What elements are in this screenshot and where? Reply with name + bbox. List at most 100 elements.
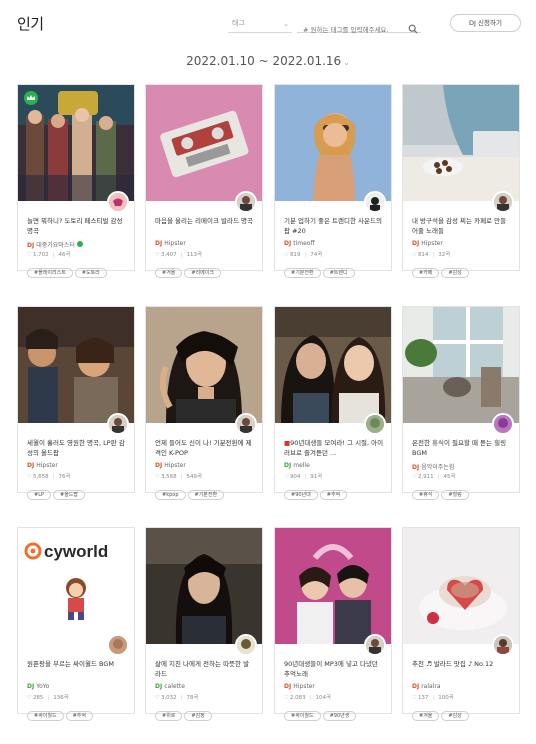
heart-icon[interactable]: ♡ [27,252,32,258]
tag-chip[interactable]: #카페 [412,268,440,278]
dj-avatar[interactable] [235,413,257,435]
heart-icon[interactable]: ♡ [155,474,160,480]
playlist-thumbnail[interactable] [403,307,519,423]
date-range-selector[interactable]: 2022.01.10 ~ 2022.01.16 ⌄ [0,54,536,68]
tag-chip[interactable]: #kpop [155,490,186,500]
dj-avatar[interactable] [492,191,514,213]
dj-avatar[interactable] [107,191,129,213]
dj-avatar[interactable] [364,191,386,213]
heart-icon[interactable]: ♡ [412,474,417,480]
playlist-card[interactable]: 언제 들어도 신이 나! 기분전환에 제격인 K-POP DJ Hipster ♡… [145,306,263,500]
playlist-thumbnail[interactable] [146,307,262,423]
playlist-card[interactable]: 기분 업하기 좋은 트렌디한 사운드의 팝 #20 DJ timeoff ♡819… [274,84,392,278]
dj-avatar[interactable] [492,634,514,656]
heart-icon[interactable]: ♡ [412,695,417,701]
dj-avatar[interactable] [107,413,129,435]
playlist-thumbnail[interactable] [403,528,519,644]
playlist-title[interactable]: 추천 ♬ 발라드 맛집 ♪ No.12 [412,659,512,679]
dj-info[interactable]: DJ ralalra [412,683,441,690]
dj-info[interactable]: DJ YoYo [27,683,49,690]
playlist-thumbnail[interactable] [275,307,391,423]
playlist-card[interactable]: 90년대생들이 MP3에 넣고 다녔던 추억노래 DJ Hipster ♡2,08… [274,527,392,721]
dj-apply-button[interactable]: DJ 신청하기 [450,14,521,32]
dj-info[interactable]: DJ 대중가요마스터 [27,240,83,249]
tag-chip[interactable]: #겨울 [155,268,183,278]
playlist-card[interactable]: 추천 ♬ 발라드 맛집 ♪ No.12 DJ ralalra ♡137 | 100곡 … [402,527,520,721]
dj-avatar[interactable] [364,413,386,435]
dj-info[interactable]: DJ Hipster [155,462,186,469]
tag-chip[interactable]: #감성 [441,268,469,278]
heart-icon[interactable]: ♡ [27,695,32,701]
playlist-title[interactable]: 세월이 흘러도 영원한 명곡, LP판 감성의 올드팝 [27,438,127,458]
tag-chip[interactable]: #추억 [65,711,93,721]
playlist-card[interactable]: 온전한 휴식이 필요할 때 듣는 힐링 BGM DJ 음악이주는힘 ♡2,911 |… [402,306,520,500]
dj-avatar[interactable] [235,634,257,656]
tag-chip[interactable]: #LP [27,490,51,500]
heart-icon[interactable]: ♡ [27,474,32,480]
tag-chip[interactable]: #플레이리스트 [27,268,73,278]
tag-chip[interactable]: #힐링 [441,490,469,500]
heart-icon[interactable]: ♡ [155,252,160,258]
tag-chip[interactable]: #90년대 [284,490,318,500]
dj-info[interactable]: DJ Hipster [284,683,315,690]
playlist-thumbnail[interactable] [146,528,262,644]
playlist-card[interactable]: 마음을 울리는 리메이크 발라드 명곡 DJ Hipster ♡3,407 | 113… [145,84,263,278]
playlist-thumbnail[interactable] [146,85,262,201]
playlist-thumbnail[interactable] [275,528,391,644]
tag-chip[interactable]: #싸이월드 [284,711,321,721]
playlist-card[interactable]: ■90년대생들 모여라! 그 시절, 아이러브로 즐겨듣던 ... DJ mell… [274,306,392,500]
playlist-card[interactable]: 삶에 지친 나에게 전하는 따뜻한 발라드 DJ calette ♡3,032 | 7… [145,527,263,721]
playlist-title[interactable]: 90년대생들이 MP3에 넣고 다녔던 추억노래 [284,659,384,679]
tag-chip[interactable]: #휴식 [412,490,440,500]
tag-chip[interactable]: #리메이크 [184,268,221,278]
heart-icon[interactable]: ♡ [284,252,289,258]
dj-info[interactable]: DJ 음악이주는힘 [412,462,454,471]
tag-chip[interactable]: #위로 [155,711,183,721]
tag-chip[interactable]: #감정 [184,711,212,721]
tag-chip[interactable]: #기분전환 [284,268,321,278]
tag-chip[interactable]: #기분전환 [187,490,225,500]
dj-info[interactable]: DJ calette [155,683,185,690]
playlist-card[interactable]: 내 방구석을 감성 찌는 카페로 만들어줄 노래들 DJ Hipster ♡814… [402,84,520,278]
dj-avatar[interactable] [364,634,386,656]
heart-icon[interactable]: ♡ [284,695,289,701]
playlist-title[interactable]: 언제 들어도 신이 나! 기분전환에 제격인 K-POP [155,438,255,458]
tag-select[interactable]: 태그 ⌄ [228,17,292,33]
playlist-thumbnail[interactable] [18,307,134,423]
playlist-title[interactable]: 온전한 휴식이 필요할 때 듣는 힐링 BGM [412,438,512,458]
heart-icon[interactable]: ♡ [155,695,160,701]
playlist-card[interactable]: 세월이 흘러도 영원한 명곡, LP판 감성의 올드팝 DJ Hipster ♡5… [17,306,135,500]
playlist-title[interactable]: 원픈팡을 부르는 싸이월드 BGM [27,659,127,679]
heart-icon[interactable]: ♡ [412,252,417,258]
playlist-title[interactable]: 삶에 지친 나에게 전하는 따뜻한 발라드 [155,659,255,679]
playlist-card[interactable]: cyworld 원픈팡을 부르는 싸이월드 BGM DJ YoYo ♡285 | 13… [17,527,135,721]
tag-chip[interactable]: #올드팝 [53,490,85,500]
dj-info[interactable]: DJ melle [284,462,310,469]
dj-info[interactable]: DJ Hipster [412,240,443,247]
search-icon[interactable] [408,19,418,34]
playlist-card[interactable]: 놀면 뭐하니? 도토리 페스티벌 감성 명곡 DJ 대중가요마스터 ♡1,702 |… [17,84,135,278]
playlist-thumbnail[interactable] [275,85,391,201]
playlist-title[interactable]: 기분 업하기 좋은 트렌디한 사운드의 팝 #20 [284,216,384,236]
dj-avatar[interactable] [492,413,514,435]
search-input[interactable] [297,23,401,37]
tag-chip[interactable]: #추억 [319,490,348,500]
playlist-thumbnail[interactable] [403,85,519,201]
tag-chip[interactable]: #싸이월드 [27,711,64,721]
tag-chip[interactable]: #90년생 [322,711,357,721]
playlist-title[interactable]: 놀면 뭐하니? 도토리 페스티벌 감성 명곡 [27,216,127,236]
heart-icon[interactable]: ♡ [284,474,289,480]
playlist-title[interactable]: 마음을 울리는 리메이크 발라드 명곡 [155,216,255,236]
playlist-thumbnail[interactable]: cyworld [18,528,134,644]
tag-chip[interactable]: #트렌디 [322,268,355,278]
dj-info[interactable]: DJ Hipster [27,462,58,469]
tag-chip[interactable]: #감성 [441,711,469,721]
playlist-title[interactable]: 내 방구석을 감성 찌는 카페로 만들어줄 노래들 [412,216,512,236]
tag-chip[interactable]: #도토리 [74,268,107,278]
playlist-title[interactable]: ■90년대생들 모여라! 그 시절, 아이러브로 즐겨듣던 ... [284,438,384,458]
dj-info[interactable]: DJ timeoff [284,240,315,247]
dj-info[interactable]: DJ Hipster [155,240,186,247]
dj-avatar[interactable] [107,634,129,656]
tag-chip[interactable]: #겨울 [412,711,440,721]
dj-avatar[interactable] [235,191,257,213]
